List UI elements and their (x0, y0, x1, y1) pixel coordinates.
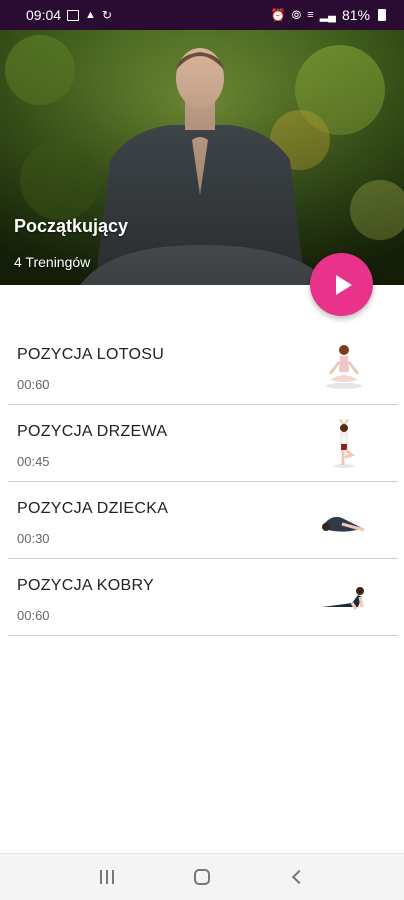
exercise-name: POZYCJA KOBRY (17, 577, 154, 594)
meditation-hero-image (0, 30, 404, 285)
signal-icon: ▂▄ (319, 9, 336, 22)
battery-percent: 81% (341, 7, 370, 23)
hero-subtitle: 4 Treningów (14, 254, 91, 270)
cobra-pose-icon (322, 587, 364, 610)
child-pose-icon (322, 516, 365, 532)
exercise-row-lotus[interactable]: POZYCJA LOTOSU 00:60 (8, 328, 398, 405)
back-icon (291, 869, 306, 885)
exercise-name: POZYCJA LOTOSU (17, 346, 165, 363)
exercise-row-cobra[interactable]: POZYCJA KOBRY 00:60 (8, 559, 398, 636)
image-icon (67, 9, 80, 21)
home-button[interactable] (182, 862, 222, 892)
exercise-duration: 00:60 (17, 608, 50, 623)
exercise-name: POZYCJA DRZEWA (17, 423, 168, 440)
exercise-duration: 00:45 (17, 454, 50, 469)
exercise-duration: 00:30 (17, 531, 50, 546)
battery-icon (378, 9, 386, 21)
recents-icon (100, 870, 115, 884)
alarm-icon: ⏰ (270, 8, 286, 22)
hero-title: Początkujący (14, 216, 129, 236)
status-time: 09:04 (26, 7, 62, 23)
lotus-pose-icon (326, 345, 362, 389)
exercise-name: POZYCJA DZIECKA (17, 500, 169, 517)
home-icon (193, 869, 210, 885)
status-right: ⏰ ⦾ ≡ ▂▄ 81% (271, 7, 386, 23)
play-button[interactable] (310, 253, 373, 316)
status-left: 09:04 ▲ ↻ (26, 7, 112, 23)
recents-button[interactable] (87, 862, 127, 892)
system-nav-bar (0, 853, 404, 900)
notification-icon: ▲ (85, 9, 96, 21)
exercise-row-child[interactable]: POZYCJA DZIECKA 00:30 (8, 482, 398, 559)
back-button[interactable] (277, 862, 317, 892)
hero-banner: Początkujący 4 Treningów (0, 30, 404, 285)
exercise-duration: 00:60 (17, 377, 50, 392)
exercise-list: POZYCJA LOTOSU 00:60 POZYCJA DRZEWA 00:4… (8, 328, 398, 636)
wifi-icon: ≡ (307, 9, 314, 21)
sync-icon: ↻ (101, 8, 112, 22)
status-bar: 09:04 ▲ ↻ ⏰ ⦾ ≡ ▂▄ 81% (0, 0, 404, 30)
exercise-row-tree[interactable]: POZYCJA DRZEWA 00:45 (8, 405, 398, 482)
hotspot-icon: ⦾ (291, 7, 302, 22)
tree-pose-icon (334, 418, 356, 468)
play-icon (336, 274, 352, 295)
